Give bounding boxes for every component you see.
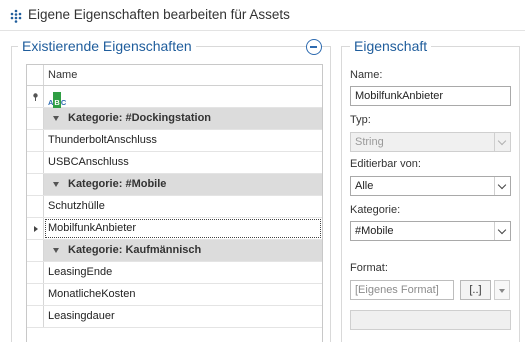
pin-icon: [33, 93, 38, 101]
group-label: Kategorie: #Mobile: [68, 178, 167, 190]
group-cell[interactable]: Kategorie: #Mobile: [44, 174, 322, 195]
type-select: String: [350, 132, 511, 152]
abc-filter-icon: ABC: [48, 92, 66, 113]
title-bar: Eigene Eigenschaften bearbeiten für Asse…: [0, 0, 525, 31]
filter-cell[interactable]: ABC: [44, 86, 322, 113]
group-row[interactable]: Kategorie: Kaufmännisch: [27, 240, 322, 262]
row-indicator-header: [27, 65, 44, 85]
current-row-arrow-icon: [34, 226, 38, 232]
grid-filter-row: ABC: [27, 86, 322, 113]
name-cell[interactable]: Leasingdauer: [44, 306, 322, 327]
type-select-value: String: [355, 136, 384, 148]
group-cell[interactable]: Kategorie: #Dockingstation: [44, 108, 322, 129]
format-picker-button[interactable]: [..]: [460, 280, 491, 300]
row-indicator[interactable]: [27, 152, 44, 173]
row-indicator[interactable]: [27, 240, 44, 261]
table-row[interactable]: MonatlicheKosten: [27, 284, 322, 306]
category-value: #Mobile: [355, 225, 394, 237]
column-header-name[interactable]: Name: [44, 65, 322, 85]
type-label: Typ:: [350, 114, 371, 126]
expand-collapse-icon[interactable]: [53, 182, 59, 187]
properties-grid: Name ABC Kategorie: #Dockingstation Thund…: [26, 64, 323, 342]
group-cell[interactable]: Kategorie: Kaufmännisch: [44, 240, 322, 261]
name-cell[interactable]: MonatlicheKosten: [44, 284, 322, 305]
chevron-down-icon[interactable]: [494, 222, 510, 240]
row-indicator[interactable]: [27, 174, 44, 195]
grid-header-row: Name: [27, 65, 322, 86]
chevron-down-icon[interactable]: [494, 177, 510, 195]
table-row[interactable]: MobilfunkAnbieter: [27, 218, 322, 240]
name-cell[interactable]: Schutzhülle: [44, 196, 322, 217]
name-cell[interactable]: MobilfunkAnbieter: [44, 218, 322, 239]
name-cell[interactable]: USBCAnschluss: [44, 152, 322, 173]
category-select[interactable]: #Mobile: [350, 221, 511, 241]
category-label: Kategorie:: [350, 204, 401, 216]
name-label: Name:: [350, 69, 383, 81]
row-indicator-filter: [27, 86, 44, 107]
editable-by-value: Alle: [355, 180, 374, 192]
table-row[interactable]: Leasingdauer: [27, 306, 322, 328]
row-indicator[interactable]: [27, 284, 44, 305]
format-dropdown-icon[interactable]: [494, 280, 510, 300]
minus-circle-icon[interactable]: [306, 39, 322, 55]
window-title: Eigene Eigenschaften bearbeiten für Asse…: [28, 7, 290, 22]
chevron-down-icon: [494, 133, 510, 151]
format-preview-field: [350, 310, 511, 330]
expand-collapse-icon[interactable]: [53, 248, 59, 253]
group-row[interactable]: Kategorie: #Dockingstation: [27, 108, 322, 130]
format-input[interactable]: [Eigenes Format]: [350, 280, 454, 300]
row-indicator[interactable]: [27, 262, 44, 283]
row-indicator[interactable]: [27, 130, 44, 151]
editable-by-label: Editierbar von:: [350, 158, 421, 170]
group-row[interactable]: Kategorie: #Mobile: [27, 174, 322, 196]
row-indicator[interactable]: [27, 108, 44, 129]
grid-dots-icon: [10, 9, 22, 23]
format-label: Format:: [350, 262, 388, 274]
table-row[interactable]: ThunderboltAnschluss: [27, 130, 322, 152]
row-indicator[interactable]: [27, 218, 44, 239]
table-row[interactable]: USBCAnschluss: [27, 152, 322, 174]
group-label: Kategorie: Kaufmännisch: [68, 244, 202, 256]
name-field[interactable]: MobilfunkAnbieter: [350, 86, 511, 106]
row-indicator[interactable]: [27, 306, 44, 327]
row-indicator[interactable]: [27, 196, 44, 217]
name-cell[interactable]: ThunderboltAnschluss: [44, 130, 322, 151]
table-row[interactable]: LeasingEnde: [27, 262, 322, 284]
table-row[interactable]: Schutzhülle: [27, 196, 322, 218]
editable-by-select[interactable]: Alle: [350, 176, 511, 196]
group-label: Kategorie: #Dockingstation: [68, 112, 212, 124]
name-cell[interactable]: LeasingEnde: [44, 262, 322, 283]
property-caption: Eigenschaft: [350, 38, 432, 54]
expand-collapse-icon[interactable]: [53, 116, 59, 121]
existing-properties-caption: Existierende Eigenschaften: [18, 38, 196, 54]
